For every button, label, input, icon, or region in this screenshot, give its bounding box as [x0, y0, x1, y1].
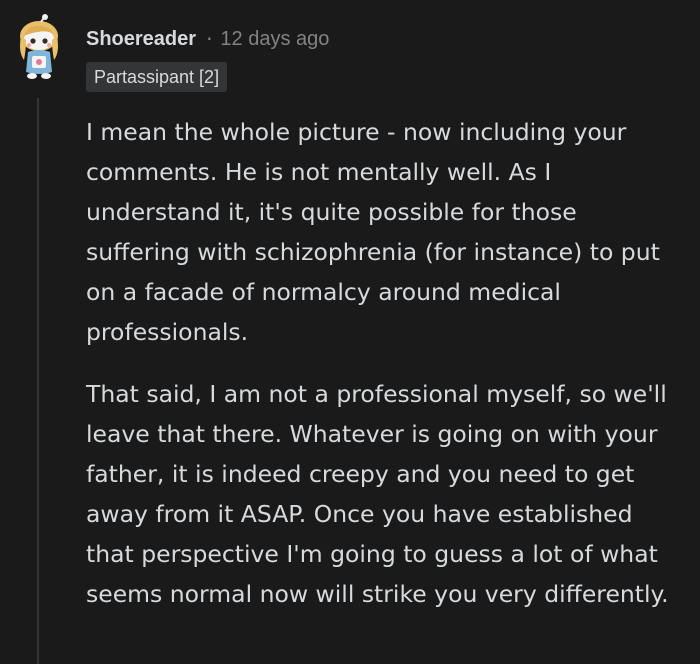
comment: Shoereader · 12 days ago Partassipant [2… [0, 0, 700, 664]
comment-paragraph: I mean the whole picture - now including… [86, 118, 660, 346]
thread-line[interactable] [37, 98, 39, 664]
comment-meta: Shoereader · 12 days ago [86, 24, 329, 54]
comment-paragraph: That said, I am not a professional mysel… [86, 380, 669, 608]
avatar[interactable] [14, 14, 64, 84]
comment-body: I mean the whole picture - now including… [86, 112, 686, 636]
username-link[interactable]: Shoereader [86, 28, 196, 51]
timestamp-link[interactable]: 12 days ago [220, 28, 329, 51]
meta-separator: · [206, 27, 213, 51]
user-flair: Partassipant [2] [86, 62, 228, 92]
snoo-avatar-icon [20, 14, 58, 79]
